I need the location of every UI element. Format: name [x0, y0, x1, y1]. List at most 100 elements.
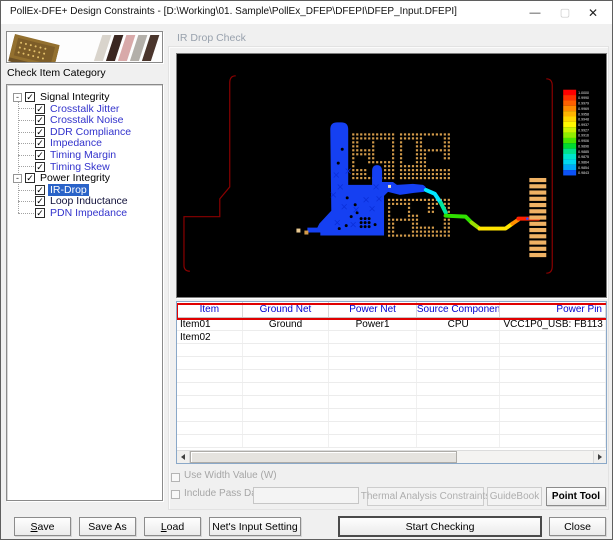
svg-text:0.9906: 0.9906	[578, 139, 589, 143]
table-cell	[329, 435, 417, 447]
table-row[interactable]	[177, 383, 606, 396]
thermal-analysis-button[interactable]: Thermal Analysis Constraints	[367, 487, 484, 506]
minimize-icon[interactable]: —	[520, 1, 550, 24]
table-header[interactable]: ItemGround NetPower NetSource ComponentP…	[177, 302, 606, 318]
column-header[interactable]: Item	[177, 302, 243, 317]
table-cell	[177, 396, 243, 408]
tree-item-label: Timing Margin	[48, 149, 118, 161]
table-cell	[329, 331, 417, 343]
svg-text:0.9854: 0.9854	[578, 166, 589, 170]
table-cell	[417, 435, 501, 447]
checkbox-icon[interactable]: ✓	[35, 196, 45, 206]
include-pass-checkbox[interactable]	[171, 490, 180, 499]
ir-drop-canvas[interactable]: 1.00000.99900.99790.99690.99580.99480.99…	[176, 53, 607, 298]
table-cell	[329, 409, 417, 421]
table-cell	[329, 370, 417, 382]
nets-input-setting-button[interactable]: Net's Input Setting	[209, 517, 301, 536]
tree-item-label: Crosstalk Jitter	[48, 103, 121, 115]
scroll-left-icon[interactable]	[177, 451, 190, 463]
close-icon[interactable]: ✕	[578, 1, 608, 24]
column-header[interactable]: Source Component	[417, 302, 501, 317]
checkbox-icon[interactable]: ✓	[35, 138, 45, 148]
guidebook-button[interactable]: GuideBook	[487, 487, 542, 506]
scrollbar-thumb[interactable]	[190, 451, 457, 463]
table-row[interactable]: Item01GroundPower1CPUVCC1P0_USB: FB113	[177, 318, 606, 331]
collapse-icon[interactable]: -	[13, 174, 22, 183]
tree-item-label: DDR Compliance	[48, 126, 133, 138]
table-cell	[417, 409, 501, 421]
table-cell: Power1	[329, 318, 417, 330]
checkbox-icon[interactable]: ✓	[35, 127, 45, 137]
check-items-table[interactable]: ItemGround NetPower NetSource ComponentP…	[176, 301, 607, 464]
svg-text:0.9916: 0.9916	[578, 134, 589, 138]
checkbox-icon[interactable]: ✓	[35, 104, 45, 114]
tree-item-label: Loop Inductance	[48, 195, 130, 207]
pcb-photo-image	[7, 32, 162, 62]
table-row[interactable]	[177, 344, 606, 357]
table-cell	[177, 422, 243, 434]
collapse-icon[interactable]: -	[13, 93, 22, 102]
table-cell: Item01	[177, 318, 243, 330]
load-button[interactable]: Load	[144, 517, 201, 536]
table-row[interactable]	[177, 370, 606, 383]
tree-item-label: Signal Integrity	[38, 91, 111, 103]
tree-connector-stub	[18, 132, 36, 133]
checkbox-icon[interactable]: ✓	[35, 162, 45, 172]
category-label: Check Item Category	[7, 67, 106, 79]
pass-data-input[interactable]	[253, 487, 359, 504]
use-width-label: Use Width Value (W)	[184, 470, 277, 481]
svg-text:0.9979: 0.9979	[578, 102, 589, 106]
pcb-photo	[6, 31, 163, 63]
table-cell: CPU	[417, 318, 501, 330]
point-tool-button[interactable]: Point Tool	[546, 487, 606, 506]
table-cell	[329, 422, 417, 434]
column-header[interactable]: Power Pin	[500, 302, 606, 317]
tree-item-label: Impedance	[48, 137, 104, 149]
table-cell	[243, 331, 330, 343]
svg-text:0.9937: 0.9937	[578, 123, 589, 127]
use-width-checkbox[interactable]	[171, 473, 180, 482]
tree-item-label: Timing Skew	[48, 161, 112, 173]
close-button[interactable]: Close	[549, 517, 606, 536]
table-cell	[177, 435, 243, 447]
svg-text:0.9896: 0.9896	[578, 144, 589, 148]
table-body[interactable]: Item01GroundPower1CPUVCC1P0_USB: FB113It…	[177, 318, 606, 448]
table-row[interactable]	[177, 422, 606, 435]
tree-connector-stub	[18, 190, 36, 191]
table-cell	[177, 409, 243, 421]
scroll-right-icon[interactable]	[593, 451, 606, 463]
horizontal-scrollbar[interactable]	[177, 450, 606, 463]
table-cell	[500, 344, 606, 356]
maximize-icon[interactable]: ▢	[550, 1, 580, 24]
svg-text:0.9843: 0.9843	[578, 171, 589, 175]
checkbox-icon[interactable]: ✓	[35, 150, 45, 160]
checkbox-icon[interactable]: ✓	[25, 92, 35, 102]
table-row[interactable]	[177, 357, 606, 370]
tree-view[interactable]: -✓Signal Integrity✓Crosstalk Jitter✓Cros…	[6, 84, 163, 501]
checkbox-icon[interactable]: ✓	[25, 173, 35, 183]
table-cell	[243, 422, 330, 434]
table-row[interactable]	[177, 396, 606, 409]
column-header[interactable]: Ground Net	[243, 302, 330, 317]
table-cell	[329, 383, 417, 395]
svg-text:0.9990: 0.9990	[578, 96, 589, 100]
svg-text:0.9864: 0.9864	[578, 161, 589, 165]
save-as-button[interactable]: Save As	[79, 517, 136, 536]
table-cell	[243, 435, 330, 447]
svg-text:1.0000: 1.0000	[578, 91, 589, 95]
table-row[interactable]	[177, 435, 606, 448]
start-checking-button[interactable]: Start Checking	[339, 517, 541, 536]
table-cell	[329, 396, 417, 408]
tree-item-signal-integrity[interactable]: -✓Signal Integrity	[7, 91, 111, 103]
table-cell: VCC1P0_USB: FB113	[500, 318, 606, 330]
tree-item-power-integrity[interactable]: -✓Power Integrity	[7, 172, 112, 184]
column-header[interactable]: Power Net	[329, 302, 417, 317]
save-button[interactable]: Save	[14, 517, 71, 536]
checkbox-icon[interactable]: ✓	[35, 185, 45, 195]
table-row[interactable]: Item02	[177, 331, 606, 344]
checkbox-icon[interactable]: ✓	[35, 115, 45, 125]
table-cell	[329, 357, 417, 369]
table-cell	[177, 370, 243, 382]
checkbox-icon[interactable]: ✓	[35, 208, 45, 218]
table-row[interactable]	[177, 409, 606, 422]
